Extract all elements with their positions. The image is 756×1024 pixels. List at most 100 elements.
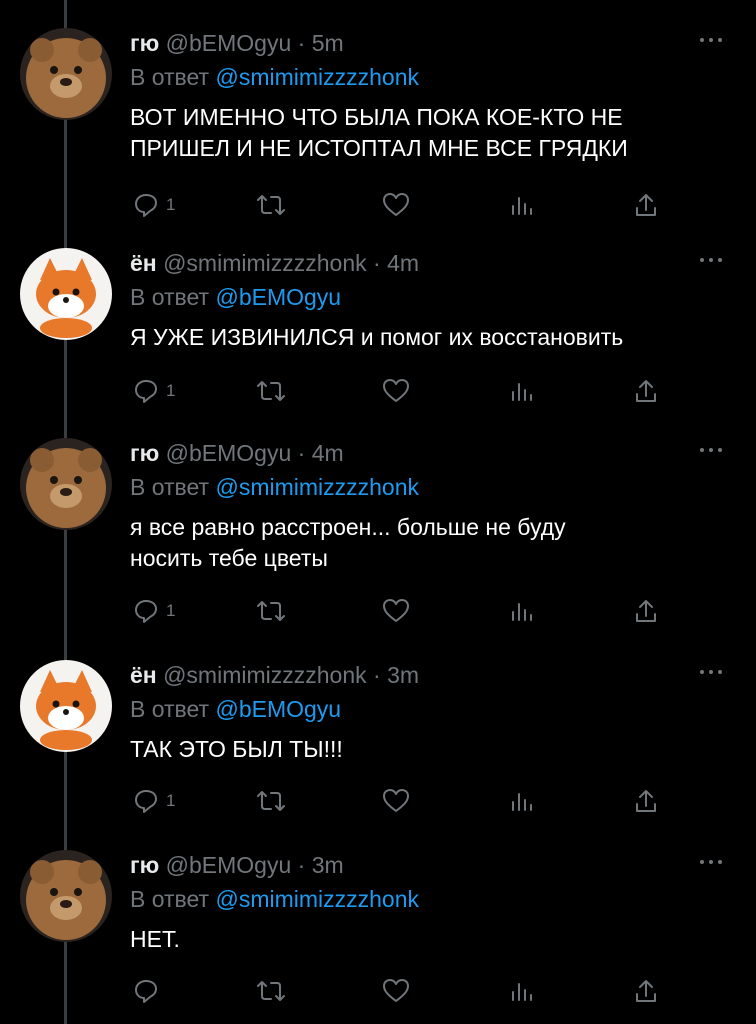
tweet-text: ВОТ ИМЕННО ЧТО БЫЛА ПОКА КОЕ-КТО НЕ ПРИШ…	[130, 102, 730, 164]
reply-prefix: В ответ	[130, 886, 210, 912]
retweet-button[interactable]	[256, 598, 286, 628]
share-button[interactable]	[633, 598, 659, 628]
share-button[interactable]	[633, 788, 659, 818]
analytics-button[interactable]	[510, 192, 534, 222]
user-handle[interactable]: @smimimizzzzhonk	[163, 662, 367, 688]
timestamp[interactable]: 3m	[387, 662, 419, 688]
reply-context: В ответ @bEMOgyu	[130, 284, 341, 311]
tweet-text-line: ТАК ЭТО БЫЛ ТЫ!!!	[130, 736, 343, 762]
like-button[interactable]	[382, 192, 410, 222]
tweet-header: гю @bEMOgyu · 3m	[130, 852, 344, 879]
like-button[interactable]	[382, 598, 410, 628]
analytics-button[interactable]	[510, 788, 534, 818]
retweet-button[interactable]	[256, 788, 286, 818]
more-options-button[interactable]	[698, 660, 728, 684]
share-button[interactable]	[633, 378, 659, 408]
reply-button[interactable]: 1	[133, 378, 175, 408]
reply-icon	[135, 194, 157, 217]
retweet-button[interactable]	[256, 378, 286, 408]
tweet-text-line: Я УЖЕ ИЗВИНИЛСЯ и помог их восстановить	[130, 324, 624, 350]
like-button[interactable]	[382, 378, 410, 408]
user-handle[interactable]: @smimimizzzzhonk	[163, 250, 367, 276]
reply-count: 1	[166, 601, 176, 620]
reply-button[interactable]: 1	[133, 788, 175, 818]
timestamp[interactable]: 3m	[312, 852, 344, 878]
user-handle[interactable]: @bEMOgyu	[166, 440, 292, 466]
bear-avatar[interactable]	[20, 28, 112, 120]
bear-avatar[interactable]	[20, 438, 112, 530]
heart-icon	[383, 979, 409, 1002]
share-button[interactable]	[633, 192, 659, 222]
tweet-text-line: ВОТ ИМЕННО ЧТО БЫЛА ПОКА КОЕ-КТО НЕ	[130, 104, 623, 130]
display-name[interactable]: ён	[130, 662, 157, 688]
reply-icon	[135, 790, 157, 813]
retweet-button[interactable]	[256, 192, 286, 222]
reply-context: В ответ @smimimizzzzhonk	[130, 474, 419, 501]
tweet-text-line: я все равно расстроен... больше не буду	[130, 514, 566, 540]
tweet-header: гю @bEMOgyu · 4m	[130, 440, 344, 467]
more-options-button[interactable]	[698, 438, 728, 462]
tweet[interactable]: гю @bEMOgyu · 3m В ответ @smimimizzzzhon…	[0, 850, 756, 1024]
reply-prefix: В ответ	[130, 696, 210, 722]
user-handle[interactable]: @bEMOgyu	[166, 30, 292, 56]
tweet-text: Я УЖЕ ИЗВИНИЛСЯ и помог их восстановить	[130, 322, 730, 353]
reply-mention-link[interactable]: @smimimizzzzhonk	[215, 886, 419, 912]
analytics-icon	[512, 383, 532, 401]
reply-context: В ответ @smimimizzzzhonk	[130, 886, 419, 913]
reply-mention-link[interactable]: @smimimizzzzhonk	[215, 474, 419, 500]
retweet-icon	[257, 381, 285, 401]
reply-count: 1	[166, 791, 176, 810]
heart-icon	[383, 379, 409, 402]
fox-avatar[interactable]	[20, 248, 112, 340]
display-name[interactable]: гю	[130, 30, 159, 56]
tweet[interactable]: ён @smimimizzzzhonk · 3m В ответ @bEMOgy…	[0, 660, 756, 870]
reply-mention-link[interactable]: @bEMOgyu	[215, 284, 341, 310]
analytics-icon	[512, 983, 532, 1001]
heart-icon	[383, 599, 409, 622]
tweet-text: НЕТ.	[130, 924, 730, 955]
tweet-text-line: ПРИШЕЛ И НЕ ИСТОПТАЛ МНЕ ВСЕ ГРЯДКИ	[130, 135, 628, 161]
timestamp[interactable]: 4m	[312, 440, 344, 466]
more-options-button[interactable]	[698, 28, 728, 52]
reply-button[interactable]: 1	[133, 598, 175, 628]
reply-prefix: В ответ	[130, 284, 210, 310]
analytics-button[interactable]	[510, 598, 534, 628]
display-name[interactable]: гю	[130, 440, 159, 466]
tweet-header: ён @smimimizzzzhonk · 4m	[130, 250, 419, 277]
like-button[interactable]	[382, 788, 410, 818]
share-icon	[636, 790, 656, 812]
more-options-button[interactable]	[698, 248, 728, 272]
bear-avatar[interactable]	[20, 850, 112, 942]
tweet[interactable]: ён @smimimizzzzhonk · 4m В ответ @bEMOgy…	[0, 248, 756, 458]
reply-button[interactable]	[133, 978, 159, 1008]
tweet[interactable]: гю @bEMOgyu · 5m В ответ @smimimizzzzhon…	[0, 28, 756, 238]
reply-prefix: В ответ	[130, 64, 210, 90]
tweet[interactable]: гю @bEMOgyu · 4m В ответ @smimimizzzzhon…	[0, 438, 756, 648]
timestamp[interactable]: 5m	[312, 30, 344, 56]
separator-dot: ·	[297, 440, 306, 466]
tweet-text-line: НЕТ.	[130, 926, 180, 952]
reply-mention-link[interactable]: @bEMOgyu	[215, 696, 341, 722]
reply-icon	[135, 380, 157, 403]
more-options-button[interactable]	[698, 850, 728, 874]
like-button[interactable]	[382, 978, 410, 1008]
reply-button[interactable]: 1	[133, 192, 175, 222]
reply-icon	[135, 600, 157, 623]
reply-context: В ответ @smimimizzzzhonk	[130, 64, 419, 91]
fox-avatar[interactable]	[20, 660, 112, 752]
timestamp[interactable]: 4m	[387, 250, 419, 276]
heart-icon	[383, 789, 409, 812]
retweet-icon	[257, 195, 285, 215]
heart-icon	[383, 193, 409, 216]
display-name[interactable]: гю	[130, 852, 159, 878]
tweet-text: ТАК ЭТО БЫЛ ТЫ!!!	[130, 734, 730, 765]
tweet-text: я все равно расстроен... больше не буду …	[130, 512, 730, 574]
user-handle[interactable]: @bEMOgyu	[166, 852, 292, 878]
reply-mention-link[interactable]: @smimimizzzzhonk	[215, 64, 419, 90]
display-name[interactable]: ён	[130, 250, 157, 276]
tweet-header: гю @bEMOgyu · 5m	[130, 30, 344, 57]
analytics-button[interactable]	[510, 378, 534, 408]
share-button[interactable]	[633, 978, 659, 1008]
analytics-button[interactable]	[510, 978, 534, 1008]
retweet-button[interactable]	[256, 978, 286, 1008]
